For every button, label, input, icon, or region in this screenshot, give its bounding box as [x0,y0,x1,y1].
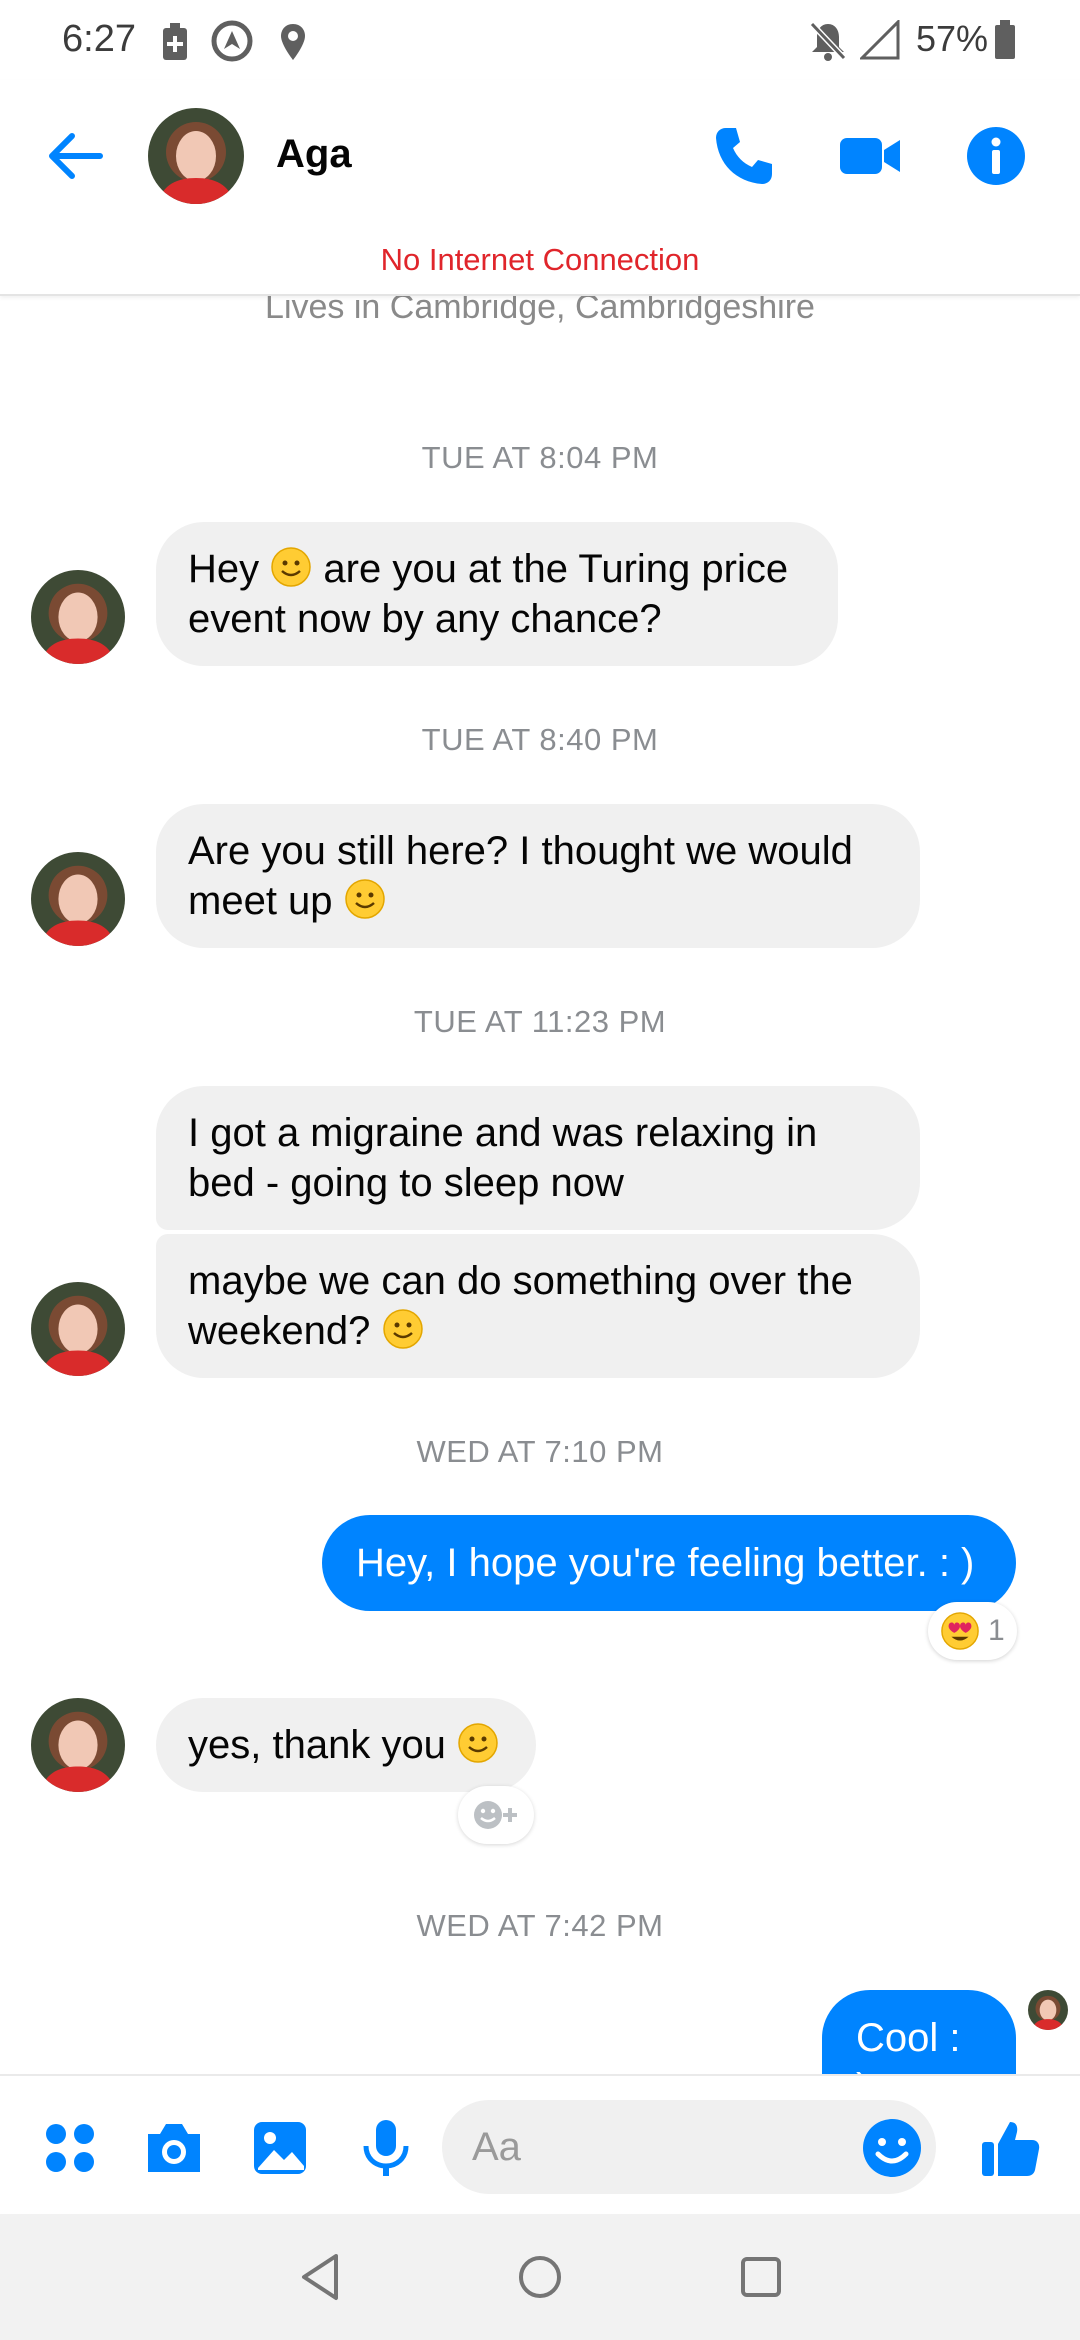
message-text: Are you still here? I thought we would [188,829,853,873]
message-text: weekend? [188,1309,371,1353]
back-arrow-icon[interactable] [40,120,112,192]
nav-home-icon[interactable] [507,2244,573,2310]
message-text: yes, thank you [188,1723,446,1767]
phone-call-icon[interactable] [712,124,776,188]
message-text: Hey [188,547,260,591]
message-text: are you at the Turing price [323,547,789,591]
message-bubble-incoming[interactable]: maybe we can do something over the weeke… [156,1234,920,1378]
camera-icon[interactable] [142,2116,206,2180]
info-icon[interactable] [964,124,1028,188]
nav-back-icon[interactable] [288,2244,354,2310]
emoji-icon[interactable] [860,2116,924,2180]
timestamp: TUE AT 11:23 PM [413,1004,667,1039]
location-alt-icon [211,20,253,62]
location-pin-icon [281,24,305,60]
message-bubble-incoming[interactable]: Are you still here? I thought we would m… [156,804,920,948]
timestamp: TUE AT 8:04 PM [421,440,659,475]
avatar[interactable] [31,1282,125,1376]
message-reaction[interactable]: 1 [928,1602,1017,1660]
chat-header: Aga No Internet Connection [0,80,1080,296]
timestamp: TUE AT 8:40 PM [421,722,659,757]
signal-icon [860,20,900,60]
battery-saver-icon [163,23,187,60]
battery-percent: 57% [916,18,989,59]
smiley-emoji-icon [271,547,312,587]
smiley-emoji-icon [458,1723,498,1763]
microphone-icon[interactable] [354,2116,418,2180]
nav-recents-icon[interactable] [728,2244,794,2310]
message-bubble-incoming[interactable]: yes, thank you [156,1698,536,1792]
status-time: 6:27 [62,18,136,60]
avatar[interactable] [31,1698,125,1792]
notifications-off-icon [809,21,847,61]
timestamp: WED AT 7:42 PM [416,1908,664,1943]
system-navigation-bar [0,2214,1080,2340]
gallery-icon[interactable] [248,2116,312,2180]
add-reaction-icon[interactable] [458,1786,534,1844]
heart-eyes-emoji-icon [941,1612,979,1650]
avatar[interactable] [31,852,125,946]
message-text: maybe we can do something over the [188,1259,853,1303]
message-composer [0,2074,1080,2214]
message-bubble-incoming[interactable]: I got a migraine and was relaxing in bed… [156,1086,920,1230]
reaction-count: 1 [988,1614,1005,1647]
message-text: event now by any chance? [188,597,662,641]
status-bar: 6:27 57% [0,0,1080,80]
no-connection-banner: No Internet Connection [380,242,700,277]
message-text: I got a migraine and was relaxing in [188,1111,818,1155]
smiley-emoji-icon [344,879,385,919]
message-bubble-outgoing[interactable]: Hey, I hope you're feeling better. : ) [322,1515,1016,1611]
read-receipt-avatar [1028,1990,1068,2030]
battery-icon [995,20,1015,59]
message-bubble-incoming[interactable]: Hey are you at the Turing price event no… [156,522,838,666]
avatar[interactable] [31,570,125,664]
message-text: meet up [188,879,333,923]
timestamp: WED AT 7:10 PM [416,1434,664,1469]
thumbs-up-icon[interactable] [978,2116,1042,2180]
more-apps-icon[interactable] [38,2116,102,2180]
video-call-icon[interactable] [838,124,902,188]
contact-avatar[interactable] [148,108,244,204]
contact-name[interactable]: Aga [276,132,352,177]
message-text: bed - going to sleep now [188,1161,624,1205]
smiley-emoji-icon [382,1309,423,1349]
